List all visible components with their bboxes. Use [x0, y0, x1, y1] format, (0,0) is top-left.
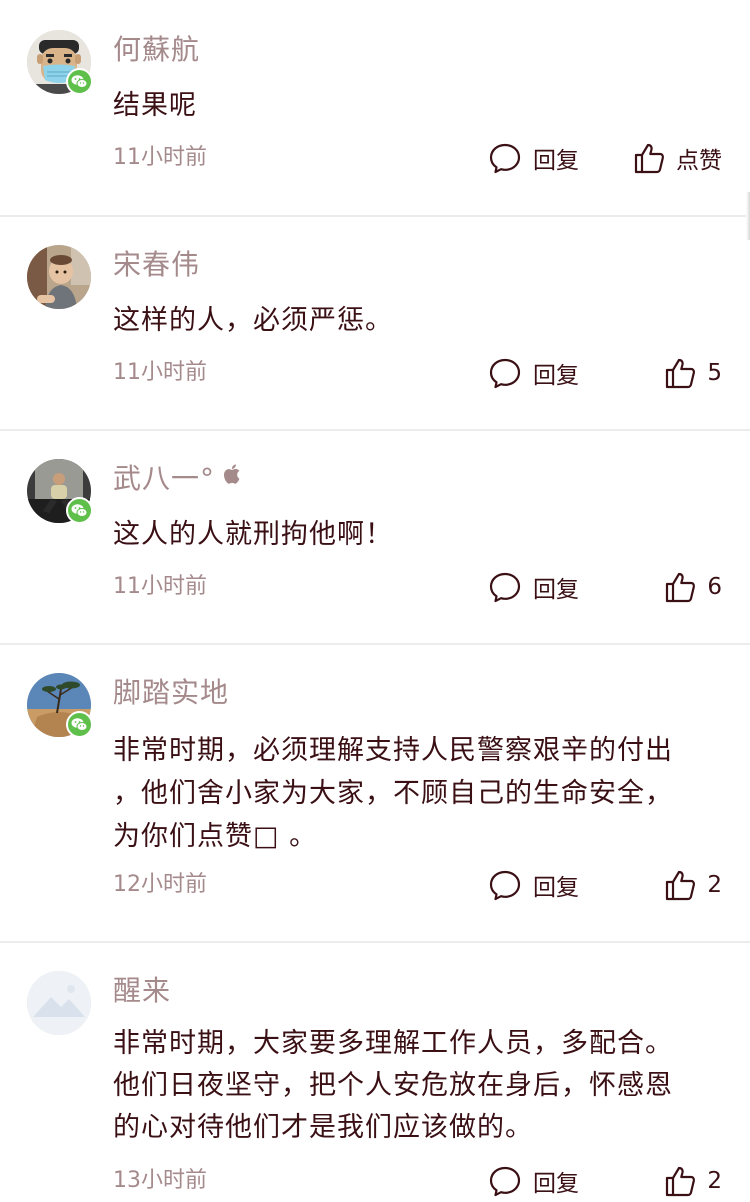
- comment-text-line: 这人的人就刑拘他啊！: [113, 519, 393, 550]
- comment-text-line: 他们日夜坚守，把个人安危放在身后，怀感恩: [113, 1070, 673, 1101]
- username[interactable]: 醒来: [113, 973, 171, 1009]
- reply-button[interactable]: 回复: [488, 867, 579, 903]
- thumbs-up-icon: [666, 572, 696, 603]
- apple-icon: [223, 459, 243, 495]
- reply-button[interactable]: 回复: [488, 140, 579, 176]
- comment-bubble-icon: [489, 572, 521, 603]
- like-count: 2: [707, 1168, 722, 1194]
- thumbs-up-icon: [666, 358, 696, 389]
- scroll-indicator: [746, 192, 750, 240]
- username[interactable]: 脚踏实地: [113, 675, 229, 711]
- comment-time: 11小时前: [113, 360, 207, 385]
- comment-text-line: 结果呢: [113, 90, 197, 121]
- reply-label: 回复: [533, 363, 579, 389]
- reply-label: 回复: [533, 148, 579, 174]
- toddler-photo-avatar-icon: [27, 245, 91, 309]
- like-button[interactable]: 2: [663, 1163, 722, 1199]
- comment-item: 武八一° 这人的人就刑拘他啊！ 11小时前 回复 6: [0, 429, 750, 643]
- placeholder-landscape-avatar-icon: [27, 971, 91, 1035]
- wechat-badge-icon: [66, 711, 93, 738]
- username[interactable]: 何蘇航: [113, 32, 200, 68]
- comment-text-line: ，他们舍小家为大家，不顾自己的生命安全，: [113, 778, 673, 809]
- comment-footer: 12小时前 回复 2: [113, 867, 722, 903]
- comment-bubble-icon: [489, 870, 521, 901]
- comment-text-line: 非常时期，大家要多理解工作人员，多配合。: [113, 1028, 673, 1059]
- reply-label: 回复: [533, 577, 579, 603]
- comment-text: 结果呢: [113, 86, 723, 125]
- avatar[interactable]: [27, 971, 91, 1035]
- comment-bubble-icon: [489, 358, 521, 389]
- like-button[interactable]: 6: [663, 569, 722, 605]
- like-label: 点赞: [676, 148, 722, 174]
- like-count: 6: [707, 574, 722, 600]
- comment-text: 非常时期，大家要多理解工作人员，多配合。 他们日夜坚守，把个人安危放在身后，怀感…: [113, 1023, 723, 1149]
- like-button[interactable]: 点赞: [632, 140, 722, 176]
- reply-label: 回复: [533, 875, 579, 901]
- comment-time: 11小时前: [113, 145, 207, 170]
- wechat-badge-icon: [66, 68, 93, 95]
- comment-item: 脚踏实地 非常时期，必须理解支持人民警察艰辛的付出 ，他们舍小家为大家，不顾自己…: [0, 643, 750, 941]
- like-count: 5: [707, 360, 722, 386]
- comment-text-line: 非常时期，必须理解支持人民警察艰辛的付出: [113, 735, 673, 766]
- username-text: 武八一°: [113, 462, 216, 495]
- username[interactable]: 宋春伟: [113, 247, 200, 283]
- comment-text: 非常时期，必须理解支持人民警察艰辛的付出 ，他们舍小家为大家，不顾自己的生命安全…: [113, 729, 723, 858]
- reply-button[interactable]: 回复: [488, 569, 579, 605]
- comment-item: 何蘇航 结果呢 11小时前 回复 点赞: [0, 0, 750, 215]
- thumbs-up-icon: [666, 870, 696, 901]
- wechat-badge-icon: [66, 497, 93, 524]
- comment-text-line: 这样的人，必须严惩。: [113, 305, 393, 336]
- comment-bubble-icon: [489, 143, 521, 174]
- comment-text: 这样的人，必须严惩。: [113, 301, 723, 340]
- comment-item: 宋春伟 这样的人，必须严惩。 11小时前 回复 5: [0, 215, 750, 429]
- comment-time: 11小时前: [113, 574, 207, 599]
- comment-text-line: 的心对待他们才是我们应该做的。: [113, 1112, 533, 1143]
- like-button[interactable]: 5: [663, 355, 722, 391]
- avatar[interactable]: [27, 245, 91, 309]
- comment-footer: 11小时前 回复 5: [113, 355, 722, 391]
- comment-footer: 11小时前 回复 点赞: [113, 140, 722, 176]
- thumbs-up-icon: [666, 1166, 696, 1197]
- reply-button[interactable]: 回复: [488, 355, 579, 391]
- comment-time: 12小时前: [113, 872, 207, 897]
- comment-time: 13小时前: [113, 1168, 207, 1193]
- comment-text: 这人的人就刑拘他啊！: [113, 515, 723, 554]
- comment-footer: 13小时前 回复 2: [113, 1163, 722, 1199]
- comment-footer: 11小时前 回复 6: [113, 569, 722, 605]
- username[interactable]: 武八一°: [113, 461, 243, 497]
- comment-bubble-icon: [489, 1166, 521, 1197]
- comment-text-line: 为你们点赞□ 。: [113, 821, 318, 852]
- reply-button[interactable]: 回复: [488, 1163, 579, 1199]
- like-button[interactable]: 2: [663, 867, 722, 903]
- comment-item: 醒来 非常时期，大家要多理解工作人员，多配合。 他们日夜坚守，把个人安危放在身后…: [0, 941, 750, 1202]
- comment-list: 何蘇航 结果呢 11小时前 回复 点赞 宋春伟 这样的人，必须严惩。 11小时前…: [0, 0, 750, 1202]
- reply-label: 回复: [533, 1171, 579, 1197]
- like-count: 2: [707, 872, 722, 898]
- thumbs-up-icon: [634, 143, 665, 174]
